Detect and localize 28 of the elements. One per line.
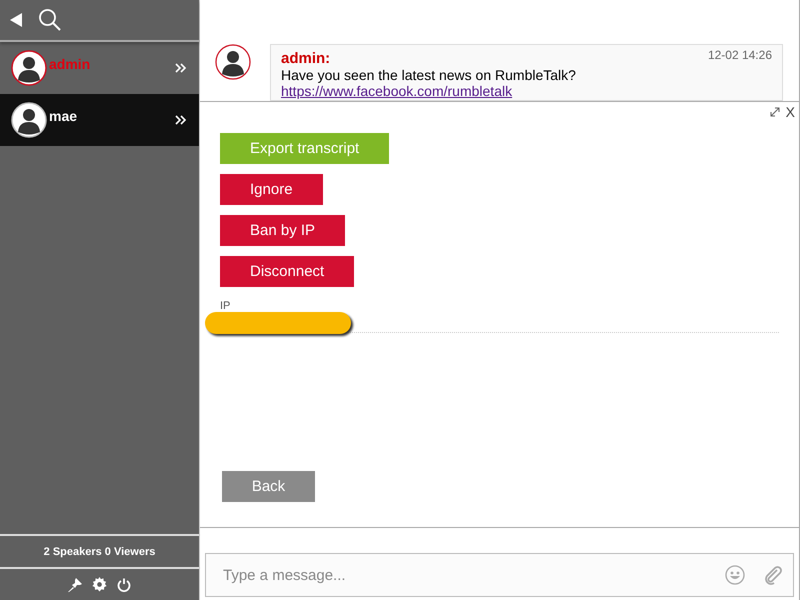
audience-count: 2 Speakers 0 Viewers <box>0 534 199 569</box>
search-icon[interactable] <box>38 8 62 32</box>
avatar-icon <box>11 50 47 86</box>
expand-icon[interactable] <box>770 107 780 117</box>
settings-icon[interactable] <box>92 577 107 592</box>
field-label: IP <box>220 300 232 312</box>
double-chevron-icon[interactable] <box>175 63 187 73</box>
double-chevron-icon[interactable] <box>175 115 187 125</box>
user-name: admin <box>49 56 92 72</box>
message-link[interactable]: https://www.facebook.com/rumbletalk <box>281 83 512 100</box>
message-time: 12-02 14:26 <box>708 49 772 64</box>
action-button[interactable]: Ban by IP <box>220 215 346 246</box>
action-button[interactable]: Ignore <box>220 174 323 205</box>
message-field[interactable]: Type a message... <box>205 553 794 597</box>
user-name: mae <box>49 108 78 124</box>
message-text: Have you seen the latest news on RumbleTalk? <box>281 67 577 84</box>
power-icon[interactable] <box>117 578 131 592</box>
avatar-icon <box>11 102 47 138</box>
user-item[interactable]: mae <box>0 94 199 146</box>
close-button[interactable]: X <box>786 104 795 120</box>
avatar-icon <box>215 44 251 80</box>
message-input[interactable]: Type a message... <box>221 566 707 584</box>
back-button[interactable]: Back <box>222 471 315 502</box>
action-button[interactable]: Disconnect <box>220 256 354 287</box>
back-icon[interactable] <box>10 13 22 27</box>
pin-icon[interactable] <box>68 578 82 592</box>
message-author: admin: <box>281 50 330 68</box>
paperclip-icon[interactable] <box>763 565 783 585</box>
